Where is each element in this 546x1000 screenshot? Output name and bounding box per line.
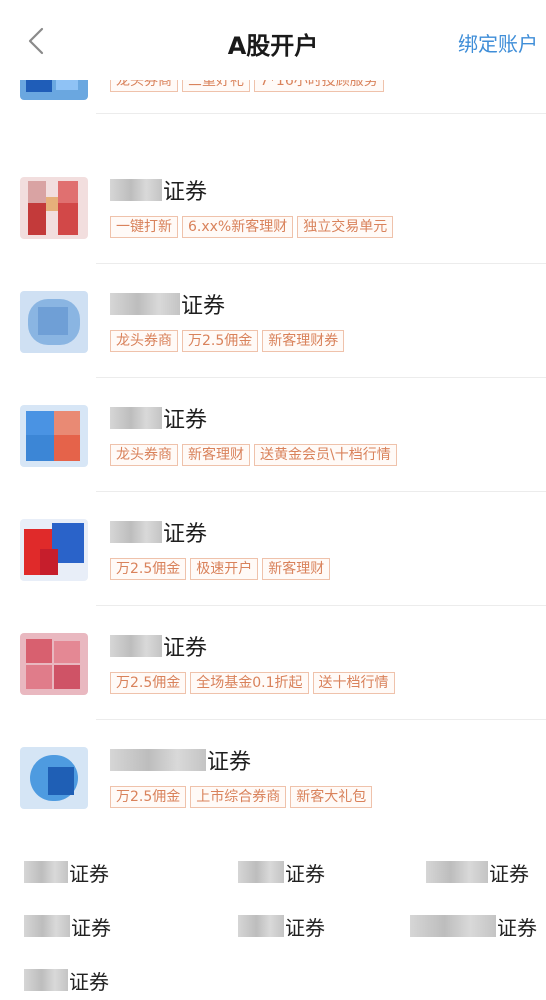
- tag: 送十档行情: [312, 672, 395, 694]
- broker-name: 证券: [110, 632, 207, 661]
- broker-logo: [20, 405, 88, 467]
- tag: 极速开户: [190, 558, 259, 580]
- tag: 新客理财: [262, 558, 331, 580]
- broker-tags: 万2.5佣金 上市综合券商 新客大礼包: [110, 786, 373, 808]
- broker-item[interactable]: 证券 一键打新 6.xx%新客理财 独立交易单元: [0, 150, 546, 264]
- bind-account-button[interactable]: 绑定账户: [458, 28, 538, 57]
- broker-name: 证券: [110, 746, 251, 775]
- blurred-name: [410, 915, 496, 937]
- blurred-name: [24, 861, 68, 883]
- tag: 万2.5佣金: [110, 786, 187, 808]
- broker-logo: [20, 633, 88, 695]
- blurred-name: [110, 293, 180, 315]
- tag: 独立交易单元: [297, 216, 394, 238]
- blurred-name: [110, 749, 206, 771]
- broker-name: 证券: [110, 518, 207, 547]
- broker-grid-item[interactable]: 证券: [24, 906, 111, 946]
- broker-name: 证券: [110, 404, 207, 433]
- divider: [96, 113, 546, 114]
- broker-tags: 龙头券商 万2.5佣金 新客理财券: [110, 330, 345, 352]
- tag: 龙头券商: [110, 330, 178, 352]
- blurred-name: [110, 521, 162, 543]
- tag: 一键打新: [110, 216, 178, 238]
- tag: 6.xx%新客理财: [182, 216, 294, 238]
- broker-list: 龙头券商 三重好礼 7*16小时投顾服务 证券 一键打新 6.xx%新客理财 独…: [0, 36, 546, 834]
- broker-logo: [20, 519, 88, 581]
- tag: 新客大礼包: [290, 786, 373, 808]
- broker-logo: [20, 177, 88, 239]
- broker-item[interactable]: 证券 万2.5佣金 极速开户 新客理财: [0, 492, 546, 606]
- broker-name: 证券: [110, 176, 207, 205]
- blurred-name: [110, 407, 162, 429]
- tag: 新客理财券: [262, 330, 345, 352]
- broker-item[interactable]: 证券 龙头券商 万2.5佣金 新客理财券: [0, 264, 546, 378]
- broker-item[interactable]: 证券 龙头券商 新客理财 送黄金会员\十档行情: [0, 378, 546, 492]
- broker-grid-item[interactable]: 证券: [426, 852, 529, 892]
- tag: 万2.5佣金: [182, 330, 259, 352]
- blurred-name: [238, 915, 284, 937]
- blurred-name: [24, 969, 68, 991]
- broker-logo: [20, 747, 88, 809]
- broker-grid-item[interactable]: 证券: [24, 852, 109, 892]
- broker-item[interactable]: 证券 万2.5佣金 上市综合券商 新客大礼包: [0, 720, 546, 834]
- broker-grid-item[interactable]: 证券: [238, 906, 325, 946]
- broker-tags: 万2.5佣金 全场基金0.1折起 送十档行情: [110, 672, 395, 694]
- broker-grid-item[interactable]: 证券: [24, 960, 109, 1000]
- tag: 万2.5佣金: [110, 558, 187, 580]
- blurred-name: [110, 179, 162, 201]
- tag: 龙头券商: [110, 444, 178, 466]
- broker-grid-item[interactable]: 证券: [238, 852, 325, 892]
- broker-item[interactable]: 证券 万2.5佣金 全场基金0.1折起 送十档行情: [0, 606, 546, 720]
- tag: 新客理财: [182, 444, 250, 466]
- tag: 万2.5佣金: [110, 672, 187, 694]
- blurred-name: [426, 861, 488, 883]
- blurred-name: [238, 861, 284, 883]
- broker-name: 证券: [110, 290, 225, 319]
- blurred-name: [110, 635, 162, 657]
- blurred-name: [24, 915, 70, 937]
- broker-grid-item[interactable]: 证券: [410, 906, 537, 946]
- broker-tags: 龙头券商 新客理财 送黄金会员\十档行情: [110, 444, 397, 466]
- top-nav-bar: A股开户 绑定账户: [0, 0, 546, 80]
- broker-logo: [20, 291, 88, 353]
- broker-tags: 一键打新 6.xx%新客理财 独立交易单元: [110, 216, 394, 238]
- tag: 上市综合券商: [190, 786, 287, 808]
- tag: 送黄金会员\十档行情: [254, 444, 397, 466]
- broker-tags: 万2.5佣金 极速开户 新客理财: [110, 558, 331, 580]
- tag: 全场基金0.1折起: [190, 672, 309, 694]
